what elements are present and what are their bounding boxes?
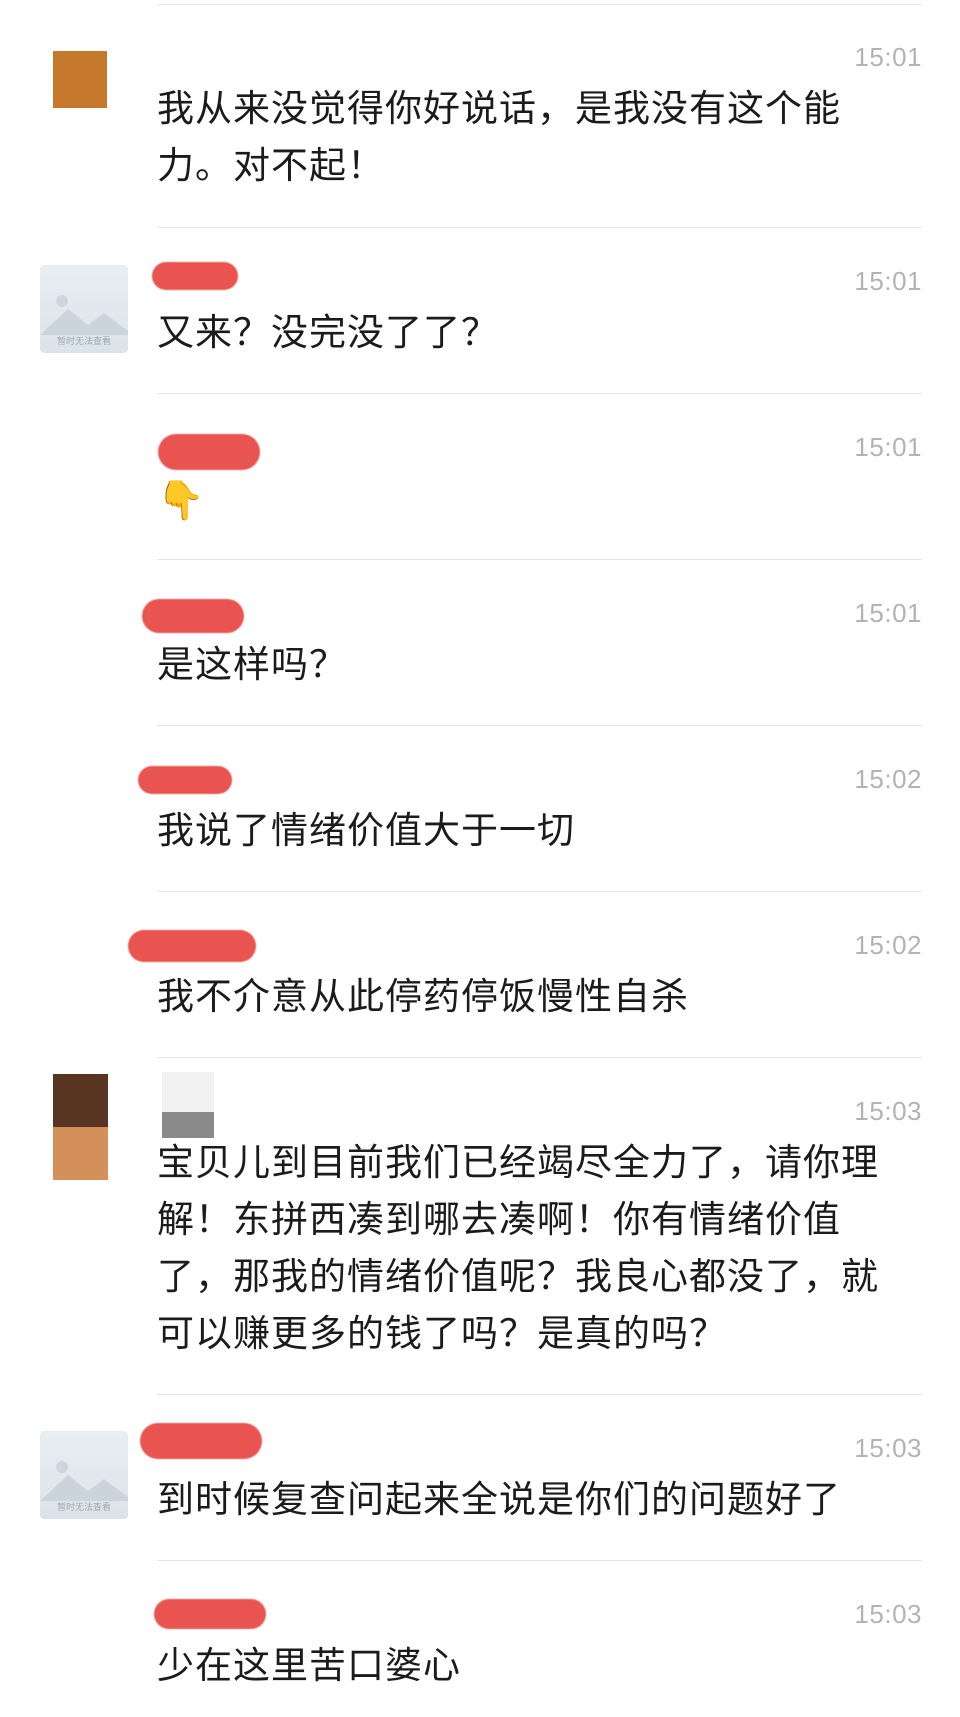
message-line: 可以赚更多的钱了吗？是真的吗？ <box>157 1312 727 1355</box>
message-item[interactable]: 15:03 宝贝儿到目前我们已经竭尽全力了，请你理 解！东拼西凑到哪去凑啊！你有… <box>0 1058 960 1395</box>
message-item[interactable]: 暂时无法查看 15:01 又来？没完没了了？ <box>0 228 960 394</box>
avatar[interactable]: 暂时无法查看 <box>40 265 128 353</box>
message-line: 我从来没觉得你好说话，是我没有这个能 <box>157 87 841 130</box>
message-line: 是这样吗？ <box>157 643 347 686</box>
image-placeholder-icon <box>40 1461 128 1501</box>
message-text: 少在这里苦口婆心 <box>157 1637 920 1694</box>
avatar-caption: 暂时无法查看 <box>56 1503 111 1513</box>
message-time: 15:01 <box>854 598 922 628</box>
redacted-name <box>138 766 232 794</box>
message-line: 力。对不起！ <box>157 144 385 187</box>
message-item[interactable]: 15:01 👇 <box>0 394 960 560</box>
message-item[interactable]: 15:01 是这样吗？ <box>0 560 960 726</box>
avatar[interactable]: 暂时无法查看 <box>40 1431 128 1519</box>
message-line: 我说了情绪价值大于一切 <box>157 809 575 852</box>
redacted-name <box>142 599 244 633</box>
message-time: 15:03 <box>854 1599 922 1629</box>
message-item[interactable]: 15:03 少在这里苦口婆心 <box>0 1561 960 1717</box>
avatar[interactable] <box>53 51 107 108</box>
message-item[interactable]: 15:02 我不介意从此停药停饭慢性自杀 <box>0 892 960 1058</box>
avatar[interactable] <box>53 1074 108 1180</box>
message-text: 我不介意从此停药停饭慢性自杀 <box>157 968 920 1025</box>
message-time: 15:01 <box>854 266 922 296</box>
message-time: 15:01 <box>854 432 922 462</box>
message-text: 我从来没觉得你好说话，是我没有这个能 力。对不起！ <box>157 80 920 194</box>
message-line: 到时候复查问起来全说是你们的问题好了 <box>157 1478 841 1521</box>
message-time: 15:02 <box>854 930 922 960</box>
message-text: 是这样吗？ <box>157 636 920 693</box>
message-text: 我说了情绪价值大于一切 <box>157 802 920 859</box>
message-line: 少在这里苦口婆心 <box>157 1644 461 1687</box>
message-text: 到时候复查问起来全说是你们的问题好了 <box>157 1471 920 1528</box>
redacted-name <box>152 262 238 290</box>
redacted-name <box>162 1072 214 1112</box>
message-line: 又来？没完没了了？ <box>157 311 499 354</box>
redacted-name <box>140 1423 262 1459</box>
message-time: 15:02 <box>854 764 922 794</box>
message-item[interactable]: 15:01 我从来没觉得你好说话，是我没有这个能 力。对不起！ <box>0 0 960 228</box>
message-time: 15:03 <box>854 1433 922 1463</box>
redacted-name <box>158 434 260 470</box>
message-line: 了，那我的情绪价值呢？我良心都没了，就 <box>157 1255 879 1298</box>
avatar-caption: 暂时无法查看 <box>56 337 111 347</box>
message-text: 又来？没完没了了？ <box>157 304 920 361</box>
image-placeholder-icon <box>40 295 128 335</box>
message-time: 15:01 <box>854 42 922 72</box>
redacted-name <box>128 930 256 962</box>
message-item[interactable]: 暂时无法查看 15:03 到时候复查问起来全说是你们的问题好了 <box>0 1395 960 1561</box>
message-line: 我不介意从此停药停饭慢性自杀 <box>157 975 689 1018</box>
redacted-name <box>154 1599 266 1629</box>
message-line: 解！东拼西凑到哪去凑啊！你有情绪价值 <box>157 1198 841 1241</box>
message-text: 宝贝儿到目前我们已经竭尽全力了，请你理 解！东拼西凑到哪去凑啊！你有情绪价值 了… <box>157 1134 920 1362</box>
message-item[interactable]: 15:02 我说了情绪价值大于一切 <box>0 726 960 892</box>
message-line: 宝贝儿到目前我们已经竭尽全力了，请你理 <box>157 1141 879 1184</box>
pointing-down-emoji: 👇 <box>157 478 205 522</box>
message-time: 15:03 <box>854 1096 922 1126</box>
